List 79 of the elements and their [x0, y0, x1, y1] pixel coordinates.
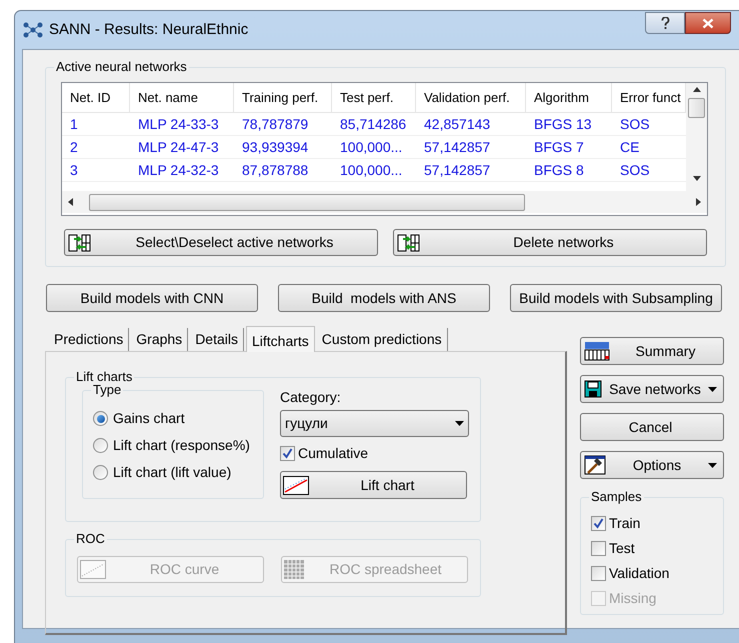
side-button[interactable]: Save networks	[580, 375, 724, 403]
radio-label: Gains chart	[113, 409, 185, 428]
table-cell-text: MLP 24-47-3	[137, 138, 220, 157]
column-header[interactable]: Algorithm	[526, 83, 612, 112]
table-cell-text: 42,857143	[423, 115, 492, 134]
table-cell-text: 85,714286	[339, 115, 408, 134]
build-models-button[interactable]: Build models with CNN	[46, 284, 258, 312]
build-models-button[interactable]: Build models with ANS	[278, 284, 490, 312]
lift-chart-button[interactable]: Lift chart	[280, 471, 467, 499]
scroll-right-icon	[696, 198, 701, 206]
scroll-down-icon	[692, 176, 700, 181]
column-header[interactable]: Training perf.	[234, 83, 332, 112]
radio-button[interactable]	[93, 465, 108, 480]
window-title: SANN - Results: NeuralEthnic	[49, 20, 248, 40]
checkbox-label: Train	[609, 514, 640, 532]
category-dropdown[interactable]: гуцули	[280, 410, 469, 437]
column-header[interactable]: Net. ID	[62, 83, 130, 112]
grid-arrows-icon	[68, 234, 92, 252]
grid-arrows-icon	[397, 234, 421, 252]
table-cell-text: 57,142857	[423, 161, 492, 180]
chart-line-icon	[283, 476, 309, 494]
build-models-button[interactable]: Build models with Subsampling	[510, 284, 722, 312]
table-cell-text: 93,939394	[241, 138, 310, 157]
group-label: Type	[91, 381, 124, 399]
close-button[interactable]	[685, 12, 731, 34]
table-cell-text: SOS	[619, 161, 651, 180]
scroll-up-icon	[692, 87, 700, 92]
table-cell-text: BFGS 13	[533, 115, 593, 134]
checkbox-label: Validation	[609, 564, 670, 582]
close-icon	[702, 18, 714, 28]
table-cell-text: BFGS 7	[533, 138, 585, 157]
vertical-scrollbar[interactable]	[686, 83, 707, 191]
check-icon	[593, 518, 604, 528]
column-header[interactable]: Test perf.	[332, 83, 416, 112]
radio-button[interactable]	[93, 438, 108, 453]
table-cell-text: MLP 24-33-3	[137, 115, 220, 134]
checkbox-label: Test	[609, 538, 635, 558]
category-label: Category:	[280, 388, 342, 406]
table-cell-text: 1	[69, 115, 79, 134]
network-action-button[interactable]: Select\Deselect active networks	[64, 229, 378, 256]
table-cell-text: SOS	[619, 115, 651, 134]
tab[interactable]: Liftcharts	[246, 326, 315, 352]
help-icon	[660, 16, 670, 30]
scroll-thumb[interactable]	[89, 194, 525, 210]
table-cell-text: 57,142857	[423, 138, 492, 157]
table-cell-text: 100,000...	[339, 161, 404, 180]
network-action-button[interactable]: Delete networks	[393, 229, 707, 256]
table-cell-text: 2	[69, 138, 79, 157]
hammer-icon	[584, 455, 606, 475]
checkbox-label: Missing	[609, 588, 656, 608]
help-button[interactable]	[645, 12, 685, 34]
table-cell-text: BFGS 8	[533, 161, 585, 180]
radio-button[interactable]	[93, 411, 108, 426]
table-icon	[584, 341, 610, 361]
network-icon	[23, 21, 43, 39]
checkbox[interactable]	[591, 566, 606, 580]
table-cell-text: CE	[619, 138, 640, 157]
table-cell-text: 87,878788	[241, 161, 310, 180]
side-button[interactable]: Cancel	[580, 413, 724, 441]
side-button[interactable]: Options	[580, 451, 724, 479]
horizontal-scrollbar[interactable]	[62, 191, 707, 213]
checkbox-label: Cumulative	[298, 444, 368, 462]
scroll-thumb[interactable]	[688, 98, 705, 118]
table-cell-text: MLP 24-32-3	[137, 161, 220, 180]
radio-label: Lift chart (response%)	[113, 436, 250, 455]
checkbox[interactable]	[280, 446, 295, 460]
checkbox[interactable]	[591, 540, 606, 556]
radio-label: Lift chart (lift value)	[113, 463, 232, 482]
table-cell-text: 3	[69, 161, 79, 180]
checkbox[interactable]	[591, 516, 606, 530]
table-cell-text: 100,000...	[339, 138, 404, 157]
scroll-left-icon	[68, 198, 73, 206]
caret-icon	[455, 421, 464, 426]
check-icon	[282, 448, 293, 458]
column-header[interactable]: Validation perf.	[416, 83, 526, 112]
column-header[interactable]: Net. name	[130, 83, 234, 112]
side-button[interactable]: Summary	[580, 337, 724, 365]
spreadsheet-icon	[284, 560, 304, 579]
table-cell-text: 78,787879	[241, 115, 310, 134]
